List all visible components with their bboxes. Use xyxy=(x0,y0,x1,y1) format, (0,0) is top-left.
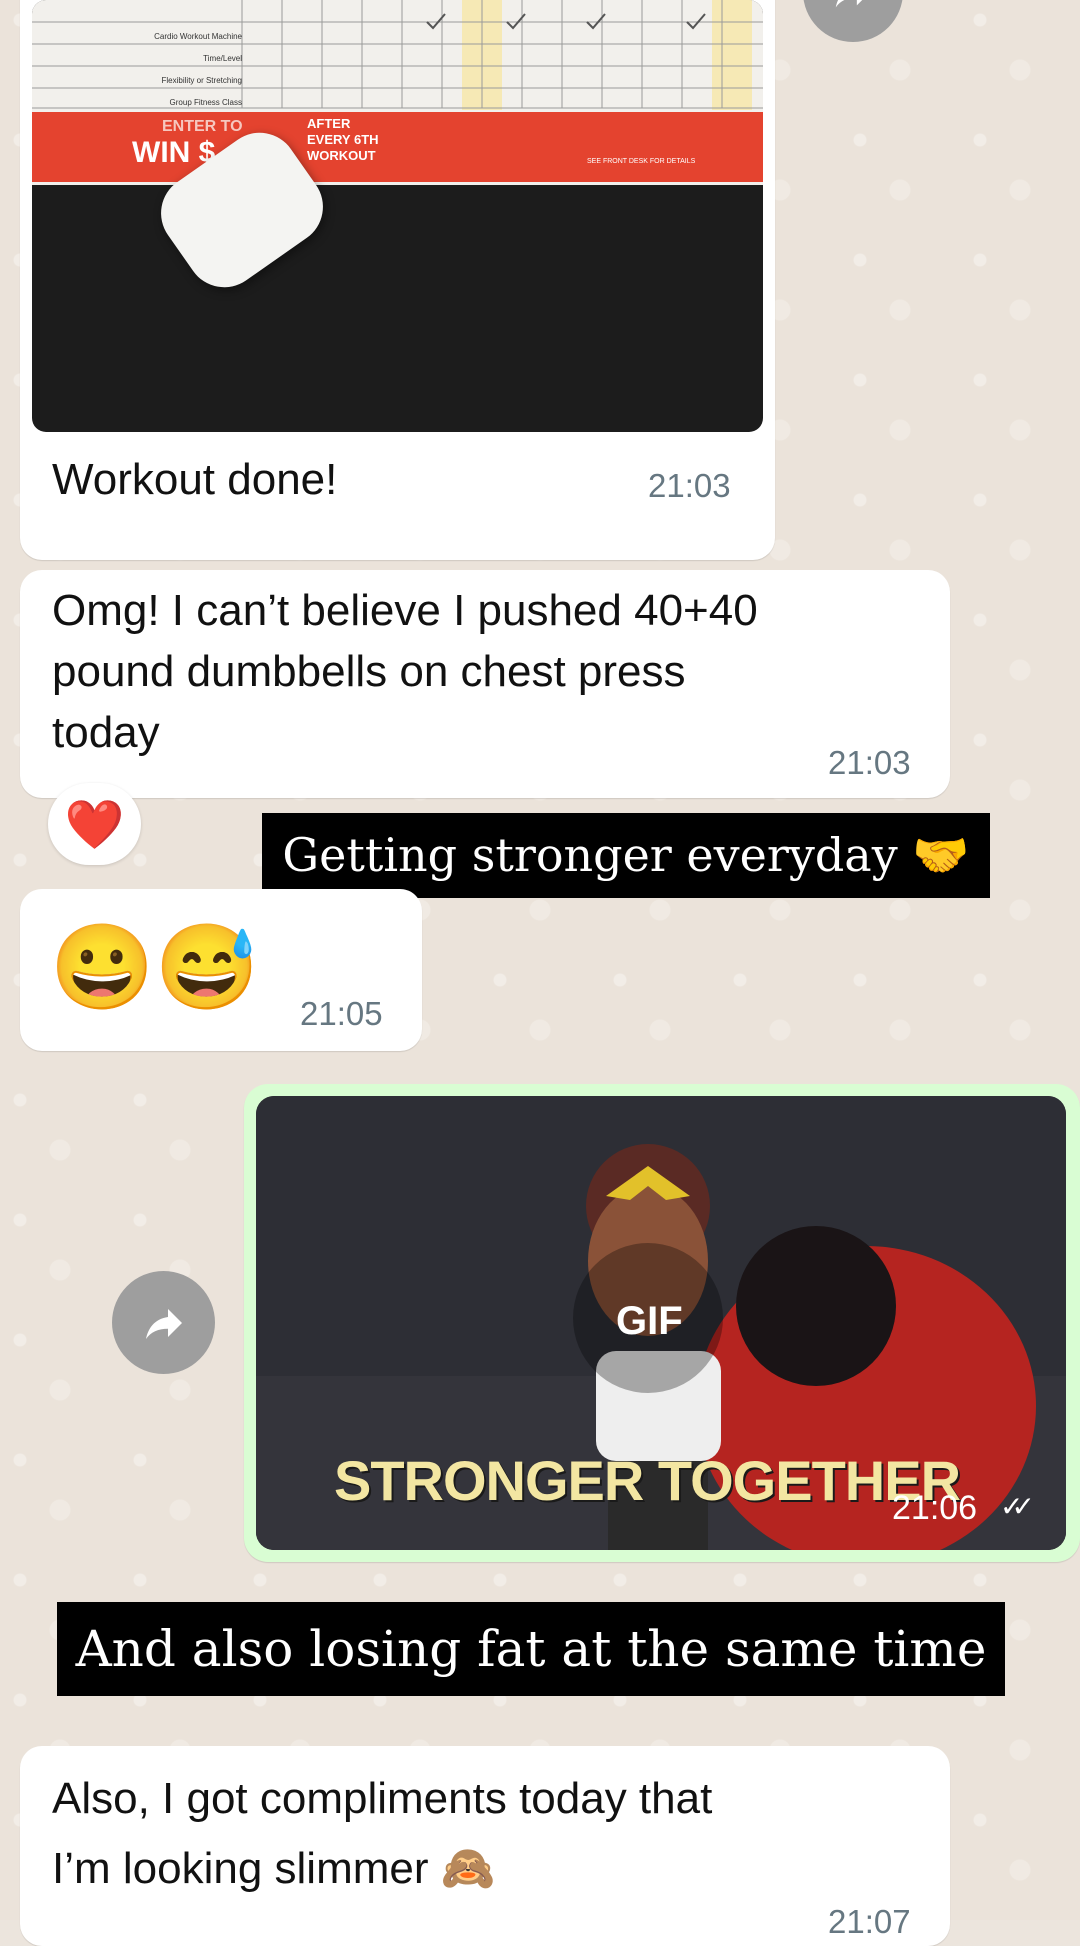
caption-text: And also losing fat at the same time xyxy=(75,1620,987,1678)
sheet-row-label: Time/Level xyxy=(203,54,242,63)
video-caption: And also losing fat at the same time xyxy=(57,1602,1005,1696)
message-emoji: 😀😅 xyxy=(50,920,260,1014)
message-text-line: I’m looking slimmer 🙈 xyxy=(52,1844,496,1893)
banner-after-text: AFTER xyxy=(307,116,351,131)
message-text: Workout done! xyxy=(52,455,338,504)
heart-reaction-icon: ❤️ xyxy=(64,798,125,852)
message-reaction[interactable]: ❤️ xyxy=(48,783,141,865)
message-gif-outgoing[interactable]: GIF STRONGER TOGETHER 21:06 ✓✓ xyxy=(244,1084,1080,1562)
message-timestamp: 21:05 xyxy=(300,995,383,1032)
banner-enter-text: ENTER TO xyxy=(162,118,243,135)
sheet-row-label: Cardio Workout Machine xyxy=(154,32,242,41)
video-caption: Getting stronger everyday 🤝 xyxy=(262,813,990,898)
message-timestamp: 21:03 xyxy=(828,744,911,781)
message-text-bubble[interactable]: Also, I got compliments today that I’m l… xyxy=(20,1746,950,1946)
caption-text: Getting stronger everyday 🤝 xyxy=(282,828,970,882)
gif-media[interactable]: GIF STRONGER TOGETHER 21:06 ✓✓ xyxy=(256,1096,1066,1550)
forward-arrow-icon xyxy=(145,1308,182,1339)
message-timestamp: 21:06 xyxy=(892,1489,978,1527)
banner-workout-text: WORKOUT xyxy=(307,148,376,163)
gif-label: GIF xyxy=(616,1299,683,1343)
banner-every-text: EVERY 6TH xyxy=(307,132,379,147)
message-photo[interactable]: Cardio Workout Machine Time/Level Flexib… xyxy=(32,0,763,432)
message-text-line: today xyxy=(52,708,160,757)
message-text-line: Omg! I can’t believe I pushed 40+40 xyxy=(52,586,758,635)
message-emoji-bubble[interactable]: 😀😅 21:05 xyxy=(20,889,422,1051)
forward-arrow-icon xyxy=(835,0,863,8)
sheet-row-label: Group Fitness Class xyxy=(169,98,242,107)
sheet-row-label: Flexibility or Stretching xyxy=(161,76,242,85)
workout-log-sheet: Cardio Workout Machine Time/Level Flexib… xyxy=(32,0,763,185)
message-text-line: pound dumbbells on chest press xyxy=(52,647,686,696)
double-check-icon: ✓✓ xyxy=(1000,1491,1035,1522)
message-timestamp: 21:03 xyxy=(648,467,731,504)
message-text-line: Also, I got compliments today that xyxy=(52,1774,713,1823)
gif-overlay-text: STRONGER TOGETHER xyxy=(334,1449,961,1512)
message-timestamp: 21:07 xyxy=(828,1903,911,1940)
forward-button[interactable] xyxy=(112,1271,215,1374)
sheet-promo-banner: ENTER TO WIN $ AFTER EVERY 6TH WORKOUT S… xyxy=(32,112,763,182)
message-text-bubble[interactable]: Omg! I can’t believe I pushed 40+40 poun… xyxy=(20,570,950,798)
message-image-workout[interactable]: Cardio Workout Machine Time/Level Flexib… xyxy=(20,0,775,560)
banner-desk-text: SEE FRONT DESK FOR DETAILS xyxy=(587,158,696,165)
